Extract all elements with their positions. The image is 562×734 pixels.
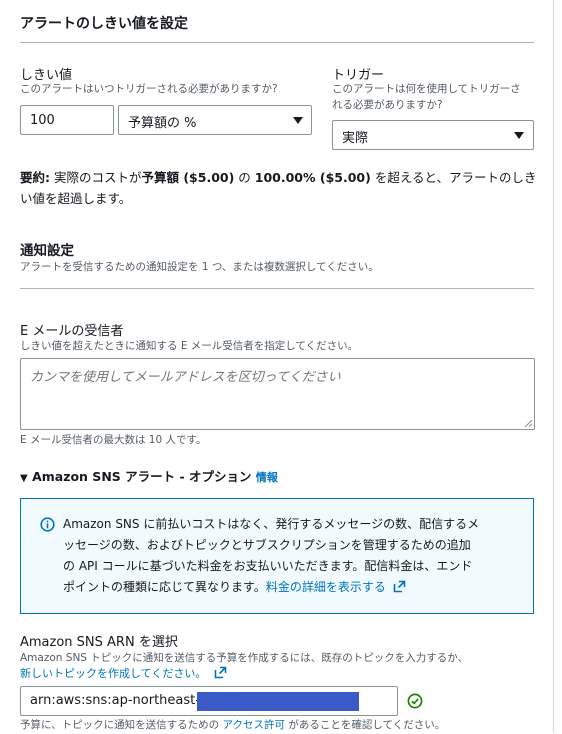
threshold-unit-value: 予算額の % — [128, 116, 197, 131]
info-line: ッセージの数、およびトピックとサブスクリプションを管理するための追加 — [63, 538, 471, 552]
threshold-value: 100 — [30, 113, 55, 128]
summary-line2: い値を超過します。 — [20, 191, 132, 206]
redacted-account-id — [197, 692, 359, 711]
email-description: しきい値を超えたときに通知する E メール受信者を指定してください。 — [20, 340, 359, 352]
create-topic-link[interactable]: 新しいトピックを作成してください。 — [20, 667, 206, 680]
sns-arn-input[interactable]: arn:aws:sns:ap-northeast-1: — [20, 686, 398, 716]
notification-description: アラートを受信するための通知設定を 1 つ、または複数選択してください。 — [20, 261, 379, 273]
divider — [20, 288, 534, 289]
check-circle-icon — [407, 693, 423, 709]
footer-part: 予算に、トピックに通知を送信するための — [20, 719, 223, 731]
threshold-unit-select[interactable]: 予算額の % — [118, 105, 312, 135]
caret-down-icon — [293, 117, 303, 124]
sns-info-text: Amazon SNS に前払いコストはなく、発行するメッセージの数、配信するメ … — [63, 514, 533, 598]
footer-part: があることを確認してください。 — [285, 719, 446, 731]
trigger-description-2: れる必要がありますか? — [332, 99, 443, 111]
external-link-icon — [393, 580, 405, 593]
threshold-input[interactable]: 100 — [20, 105, 114, 135]
summary-percent: 100.00% ($5.00) — [254, 170, 371, 185]
sns-arn-label: Amazon SNS ARN を選択 — [20, 635, 178, 650]
email-hint: E メール受信者の最大数は 10 人です。 — [20, 434, 207, 446]
threshold-description: このアラートはいつトリガーされる必要がありますか? — [20, 83, 278, 95]
section-title: アラートのしきい値を設定 — [20, 16, 188, 32]
summary-part: を超えると、アラートのしき — [370, 170, 537, 185]
email-label: E メールの受信者 — [20, 324, 124, 339]
external-link-icon — [214, 666, 227, 679]
scroll-edge — [553, 0, 554, 733]
summary-budget: 予算額 ($5.00) — [141, 170, 235, 185]
pricing-details-link[interactable]: 料金の詳細を表示する — [266, 580, 406, 594]
trigger-select[interactable]: 実際 — [332, 120, 534, 150]
access-permission-link[interactable]: アクセス許可 — [223, 719, 285, 731]
create-topic-row: 新しいトピックを作成してください。 — [20, 665, 227, 681]
info-line: の API コールに基づいた料金をお支払いいただきます。配信料金は、エンド — [63, 559, 473, 573]
pricing-link-label: 料金の詳細を表示する — [265, 580, 386, 594]
sns-expander-label: Amazon SNS アラート - オプション — [32, 469, 252, 484]
sns-info-alert: Amazon SNS に前払いコストはなく、発行するメッセージの数、配信するメ … — [20, 498, 534, 614]
summary-text: 要約: 実際のコストが予算額 ($5.00) の 100.00% ($5.00)… — [20, 167, 540, 209]
summary-part: 実際のコストが — [50, 170, 142, 185]
info-line: ポイントの種類に応じて異なります。 — [63, 580, 266, 594]
divider — [20, 42, 534, 43]
notification-title: 通知設定 — [20, 243, 74, 259]
info-line: Amazon SNS に前払いコストはなく、発行するメッセージの数、配信するメ — [63, 517, 480, 531]
trigger-select-value: 実際 — [342, 131, 369, 146]
resize-grip-icon[interactable] — [524, 419, 533, 428]
sns-arn-value: arn:aws:sns:ap-northeast-1: — [30, 693, 213, 708]
summary-part: の — [234, 170, 255, 185]
sns-expander[interactable]: ▼ Amazon SNS アラート - オプション 情報 — [20, 466, 278, 485]
trigger-description-1: このアラートは何を使用してトリガーさ — [332, 83, 521, 95]
email-recipients-input[interactable] — [20, 358, 535, 430]
sns-footer-text: 予算に、トピックに通知を送信するための アクセス許可 があることを確認してくださ… — [20, 717, 445, 734]
info-link[interactable]: 情報 — [256, 471, 278, 484]
info-circle-icon — [40, 517, 55, 532]
expand-triangle-icon: ▼ — [20, 473, 28, 484]
summary-prefix: 要約: — [20, 170, 50, 185]
caret-down-icon — [514, 132, 524, 139]
